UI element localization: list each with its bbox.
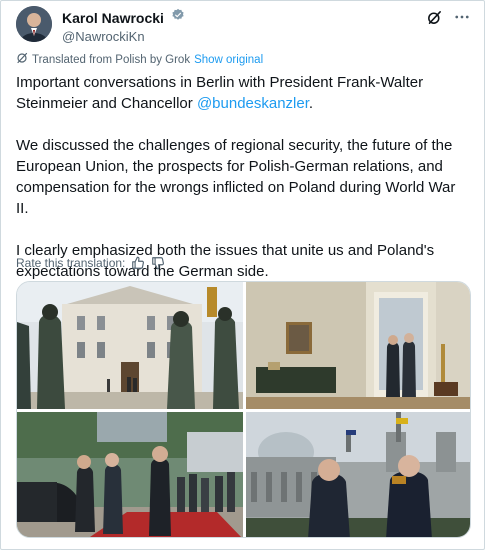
author-handle[interactable]: @NawrockiKn: [62, 29, 185, 44]
tweet-paragraph-1: Important conversations in Berlin with P…: [16, 72, 471, 114]
rate-translation: Rate this translation:: [16, 256, 165, 270]
avatar[interactable]: [16, 6, 52, 42]
thumbs-up-icon[interactable]: [131, 256, 145, 270]
author-names: Karol Nawrocki @NawrockiKn: [62, 8, 185, 44]
mention-link[interactable]: @bundeskanzler: [197, 95, 309, 112]
more-icon[interactable]: [453, 8, 471, 26]
header-actions: [425, 8, 471, 26]
rate-translation-label: Rate this translation:: [16, 256, 126, 270]
photo-2[interactable]: [246, 282, 470, 409]
tweet-paragraph-2: We discussed the challenges of regional …: [16, 137, 456, 217]
photo-3[interactable]: [17, 412, 243, 537]
tweet-header: Karol Nawrocki @NawrockiKn: [16, 6, 471, 44]
media-grid: [16, 281, 471, 538]
translation-note-text: Translated from Polish by Grok: [32, 53, 191, 66]
thumbs-down-icon[interactable]: [151, 256, 165, 270]
show-original-link[interactable]: Show original: [194, 54, 263, 66]
grok-icon[interactable]: [425, 8, 443, 26]
translation-note: Translated from Polish by Grok Show orig…: [16, 52, 263, 67]
photo-1[interactable]: [17, 282, 243, 409]
translate-icon: [16, 52, 28, 67]
verified-badge-icon: [171, 8, 185, 27]
tweet-p1-end: .: [308, 95, 314, 112]
photo-4[interactable]: [246, 412, 470, 537]
author-display-name[interactable]: Karol Nawrocki: [62, 10, 164, 26]
